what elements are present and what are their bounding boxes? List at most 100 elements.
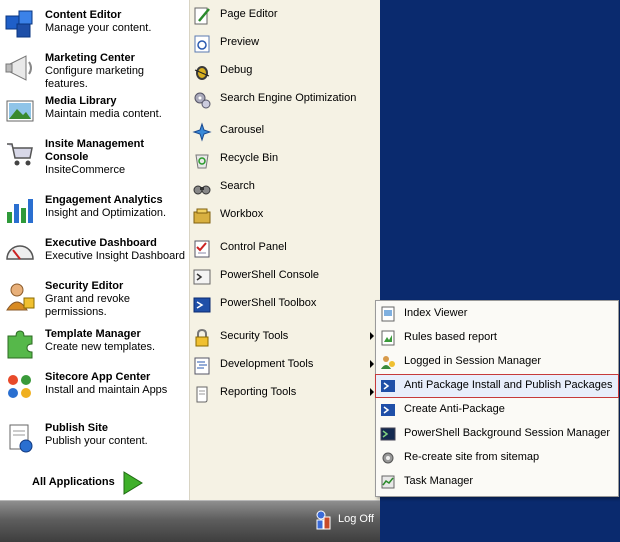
app-title: Publish Site xyxy=(45,422,108,434)
submenu-label: PowerShell Background Session Manager xyxy=(404,427,611,439)
app-title: Sitecore App Center xyxy=(45,371,151,383)
submenu-item-powershell-background-session-manager[interactable]: PowerShell Background Session Manager xyxy=(376,423,618,445)
tool-page-editor[interactable]: Page Editor xyxy=(190,4,380,26)
app-description: Executive Insight Dashboard xyxy=(45,250,186,262)
gauge-icon xyxy=(6,245,34,260)
app-title: Executive Dashboard xyxy=(45,237,157,249)
app-item-media-library[interactable]: Media Library Maintain media content. xyxy=(0,93,189,131)
submenu-arrow-icon xyxy=(370,388,374,396)
reporting-tools-submenu: Index Viewer Rules based report Logged i… xyxy=(375,300,619,497)
code-file-icon xyxy=(194,357,210,375)
submenu-label: Logged in Session Manager xyxy=(404,355,541,367)
app-item-security-editor[interactable]: Security Editor Grant and revoke permiss… xyxy=(0,278,189,322)
tool-recycle-bin[interactable]: Recycle Bin xyxy=(190,148,380,170)
security-user-icon xyxy=(6,283,35,311)
tool-label: Page Editor xyxy=(220,8,278,20)
bug-icon xyxy=(194,66,210,80)
app-title: Template Manager xyxy=(45,328,141,340)
tool-label: Debug xyxy=(220,64,253,76)
tool-control-panel[interactable]: Control Panel xyxy=(190,237,380,259)
submenu-item-anti-package-install-and-publish[interactable]: Anti Package Install and Publish Package… xyxy=(375,374,619,398)
preview-icon xyxy=(194,35,210,53)
app-title: Marketing Center xyxy=(45,52,135,64)
app-title: Content Editor xyxy=(45,9,122,21)
submenu-arrow-icon xyxy=(370,332,374,340)
task-manager-icon xyxy=(381,475,395,489)
submenu-label: Anti Package Install and Publish Package… xyxy=(404,379,613,391)
submenu-item-recreate-site-from-sitemap[interactable]: Re-create site from sitemap xyxy=(376,447,618,469)
content-editor-icon xyxy=(5,10,33,38)
app-item-insite-management-console[interactable]: Insite Management Console InsiteCommerce xyxy=(0,136,189,180)
bar-chart-icon xyxy=(7,199,33,223)
puzzle-icon xyxy=(7,330,33,359)
submenu-label: Rules based report xyxy=(404,331,497,343)
tool-label: Search xyxy=(220,180,255,192)
submenu-item-logged-in-session-manager[interactable]: Logged in Session Manager xyxy=(376,351,618,373)
app-description: Grant and revoke permissions. xyxy=(45,293,130,318)
tool-carousel[interactable]: Carousel xyxy=(190,120,380,142)
submenu-label: Index Viewer xyxy=(404,307,468,319)
app-description: Configure marketing features. xyxy=(45,65,145,90)
app-description: Maintain media content. xyxy=(45,108,162,120)
publish-icon xyxy=(9,424,33,453)
log-off-icon xyxy=(316,510,331,530)
tool-powershell-toolbox[interactable]: PowerShell Toolbox xyxy=(190,293,380,315)
session-manager-icon xyxy=(381,356,395,369)
submenu-item-rules-based-report[interactable]: Rules based report xyxy=(376,327,618,349)
tool-development-tools[interactable]: Development Tools xyxy=(190,354,380,376)
all-applications-label: All Applications xyxy=(32,476,115,488)
all-applications-button[interactable]: All Applications xyxy=(0,470,189,496)
app-item-content-editor[interactable]: Content Editor Manage your content. xyxy=(0,6,189,44)
shopping-cart-icon xyxy=(7,143,33,166)
page-editor-icon xyxy=(194,7,210,25)
terminal-icon xyxy=(193,269,211,285)
app-item-marketing-center[interactable]: Marketing Center Configure marketing fea… xyxy=(0,50,189,90)
applications-pane: Content Editor Manage your content. Mark… xyxy=(0,0,190,500)
tool-label: PowerShell Toolbox xyxy=(220,297,317,309)
tool-workbox[interactable]: Workbox xyxy=(190,204,380,226)
media-library-icon xyxy=(6,100,34,122)
app-item-sitecore-app-center[interactable]: Sitecore App Center Install and maintain… xyxy=(0,369,189,407)
app-item-publish-site[interactable]: Publish Site Publish your content. xyxy=(0,420,189,458)
tool-search[interactable]: Search xyxy=(190,176,380,198)
submenu-label: Task Manager xyxy=(404,475,474,487)
tool-label: PowerShell Console xyxy=(220,269,320,281)
app-description: Insight and Optimization. xyxy=(45,207,167,219)
terminal-icon xyxy=(380,427,396,441)
submenu-label: Create Anti-Package xyxy=(404,403,505,415)
tool-label: Security Tools xyxy=(220,330,289,342)
gears-icon xyxy=(194,92,211,109)
scroll-icon xyxy=(196,386,208,403)
submenu-arrow-icon xyxy=(370,360,374,368)
tool-label: Recycle Bin xyxy=(220,152,279,164)
tool-debug[interactable]: Debug xyxy=(190,60,380,82)
submenu-item-index-viewer[interactable]: Index Viewer xyxy=(376,303,618,325)
tool-label: Preview xyxy=(220,36,260,48)
checklist-icon xyxy=(194,240,210,258)
app-item-template-manager[interactable]: Template Manager Create new templates. xyxy=(0,326,189,364)
tool-preview[interactable]: Preview xyxy=(190,32,380,54)
log-off-label: Log Off xyxy=(338,513,374,525)
submenu-item-task-manager[interactable]: Task Manager xyxy=(376,471,618,493)
submenu-item-create-anti-package[interactable]: Create Anti-Package xyxy=(376,399,618,421)
tool-label: Reporting Tools xyxy=(220,386,297,398)
powershell-icon xyxy=(193,297,211,313)
padlock-icon xyxy=(195,328,209,347)
green-arrow-icon xyxy=(123,471,143,495)
app-description: Create new templates. xyxy=(45,341,156,353)
tool-reporting-tools[interactable]: Reporting Tools xyxy=(190,382,380,404)
powershell-icon xyxy=(381,380,395,392)
tool-security-tools[interactable]: Security Tools xyxy=(190,326,380,348)
app-title: Insite Management Console xyxy=(45,138,145,163)
app-title: Engagement Analytics xyxy=(45,194,163,206)
tool-search-engine-optimization[interactable]: Search Engine Optimization xyxy=(190,88,380,110)
app-description: Install and maintain Apps xyxy=(45,384,168,396)
app-item-executive-dashboard[interactable]: Executive Dashboard Executive Insight Da… xyxy=(0,235,189,273)
tool-label: Search Engine Optimization xyxy=(220,92,357,104)
carousel-icon xyxy=(192,122,212,142)
app-item-engagement-analytics[interactable]: Engagement Analytics Insight and Optimiz… xyxy=(0,192,189,230)
tool-powershell-console[interactable]: PowerShell Console xyxy=(190,265,380,287)
app-description: Publish your content. xyxy=(45,435,148,447)
log-off-button[interactable]: Log Off xyxy=(312,508,378,532)
rules-report-icon xyxy=(381,330,395,346)
